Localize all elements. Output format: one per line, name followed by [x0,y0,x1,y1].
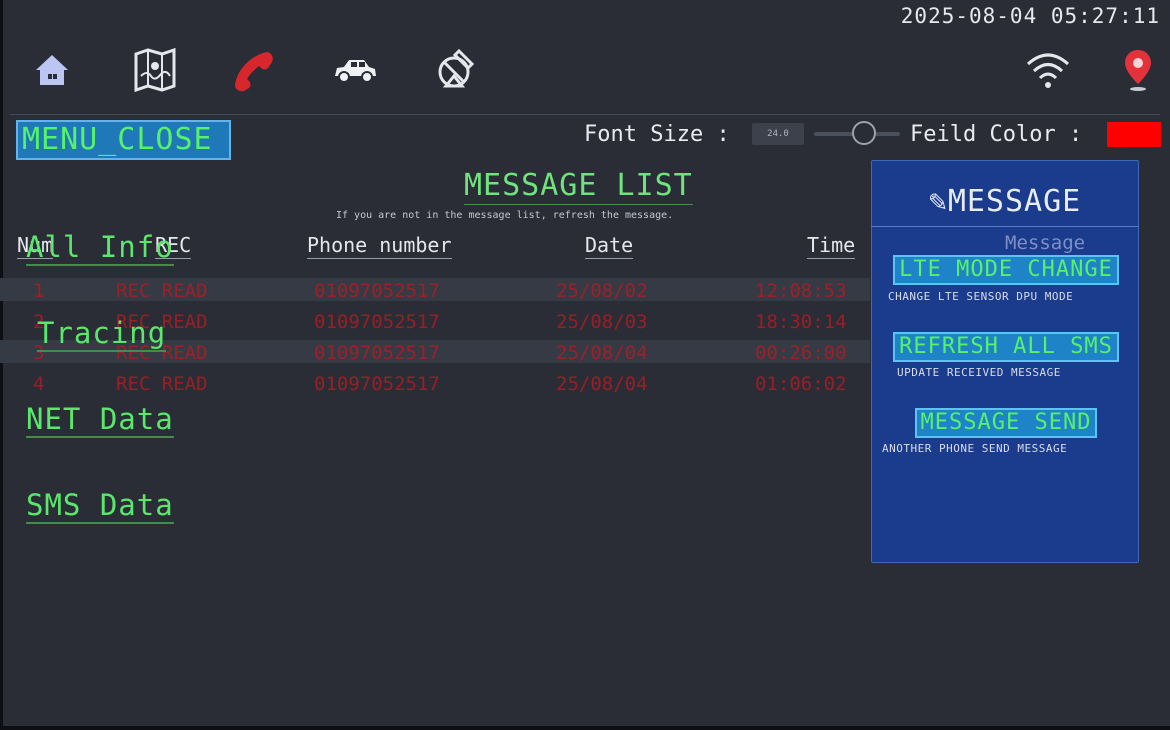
cell-phone: 01097052517 [314,373,440,395]
font-size-label: Font Size : [584,122,730,147]
message-panel-title: ✎MESSAGE [928,184,1082,219]
message-icon: ✎ [928,184,948,219]
refresh-all-sms-desc: UPDATE RECEIVED MESSAGE [897,366,1061,379]
clock: 2025-08-04 05:27:11 [900,4,1160,28]
panel-divider [871,226,1139,227]
cell-num: 4 [33,373,45,395]
menu-close-button[interactable]: MENU_CLOSE [16,120,231,160]
cell-num: 1 [33,280,45,302]
cell-date: 25/08/02 [556,280,648,302]
wifi-icon [1022,44,1074,96]
message-list-title: MESSAGE LIST [464,168,693,205]
header-divider [10,114,1160,115]
menu-item-all-info[interactable]: All Info [26,230,174,266]
cell-phone: 01097052517 [314,311,440,333]
field-color-label: Feild Color : [910,122,1083,147]
map-icon[interactable] [129,44,181,96]
menu-item-net-data[interactable]: NET Data [26,402,174,438]
menu-item-tracing[interactable]: Tracing [37,316,167,352]
cell-phone: 01097052517 [314,280,440,302]
cell-time: 12:08:53 [755,280,847,302]
lte-mode-change-desc: CHANGE LTE SENSOR DPU MODE [888,290,1074,303]
car-icon[interactable] [329,44,381,96]
phone-icon[interactable] [228,44,280,96]
refresh-all-sms-button[interactable]: REFRESH ALL SMS [893,332,1119,362]
column-header-date: Date [585,233,634,259]
field-color-swatch[interactable] [1107,122,1161,147]
cell-time: 18:30:14 [755,311,847,333]
cell-rec: REC READ [116,373,208,395]
message-send-button[interactable]: MESSAGE SEND [915,408,1097,438]
cell-time: 01:06:02 [755,373,847,395]
message-list-subtitle: If you are not in the message list, refr… [336,210,674,221]
cell-phone: 01097052517 [314,342,440,364]
location-pin-icon[interactable] [1112,44,1164,96]
menu-item-sms-data[interactable]: SMS Data [26,488,174,524]
column-header-time: Time [807,233,856,259]
cell-rec: REC READ [116,280,208,302]
font-size-value[interactable]: 24.0 [752,123,804,145]
message-send-desc: ANOTHER PHONE SEND MESSAGE [882,442,1068,455]
cell-time: 00:26:00 [755,342,847,364]
panel-faint-label: Message [1005,232,1086,254]
column-header-phone: Phone number [307,233,452,259]
cell-date: 25/08/04 [556,373,648,395]
lte-mode-change-button[interactable]: LTE MODE CHANGE [893,255,1119,285]
home-icon[interactable] [26,44,78,96]
cell-date: 25/08/04 [556,342,648,364]
satellite-icon[interactable] [430,44,482,96]
cell-date: 25/08/03 [556,311,648,333]
font-size-slider-knob[interactable] [852,121,876,145]
